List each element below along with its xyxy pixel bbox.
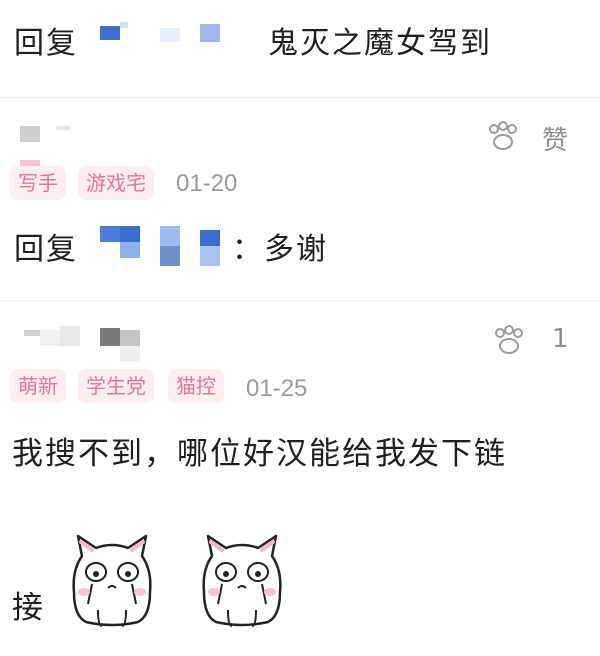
reply-text: 鬼灭之魔女驾到 bbox=[268, 26, 492, 61]
crying-cat-sticker bbox=[68, 530, 156, 634]
like-count[interactable]: 1 bbox=[552, 324, 569, 354]
user-tag: 猫控 bbox=[168, 369, 224, 403]
divider bbox=[0, 97, 600, 98]
comment-date: 01-25 bbox=[246, 375, 308, 402]
reply-prefix: 回复 bbox=[14, 232, 78, 267]
reply-text: ：多谢 bbox=[232, 232, 328, 267]
reply-prefix: 回复 bbox=[14, 26, 78, 61]
user-tag: 学生党 bbox=[78, 369, 154, 403]
crying-cat-sticker bbox=[198, 530, 286, 634]
comment-text: 接 bbox=[12, 590, 45, 626]
like-count[interactable]: 赞 bbox=[542, 120, 568, 157]
divider bbox=[0, 300, 600, 301]
user-tag: 写手 bbox=[10, 166, 66, 200]
user-tag: 游戏宅 bbox=[78, 166, 154, 200]
comment-date: 01-20 bbox=[176, 170, 238, 197]
comment-text: 我搜不到，哪位好汉能给我发下链 bbox=[12, 436, 507, 472]
paw-icon[interactable] bbox=[492, 325, 526, 359]
user-tag: 萌新 bbox=[10, 369, 66, 403]
paw-icon[interactable] bbox=[486, 121, 520, 155]
